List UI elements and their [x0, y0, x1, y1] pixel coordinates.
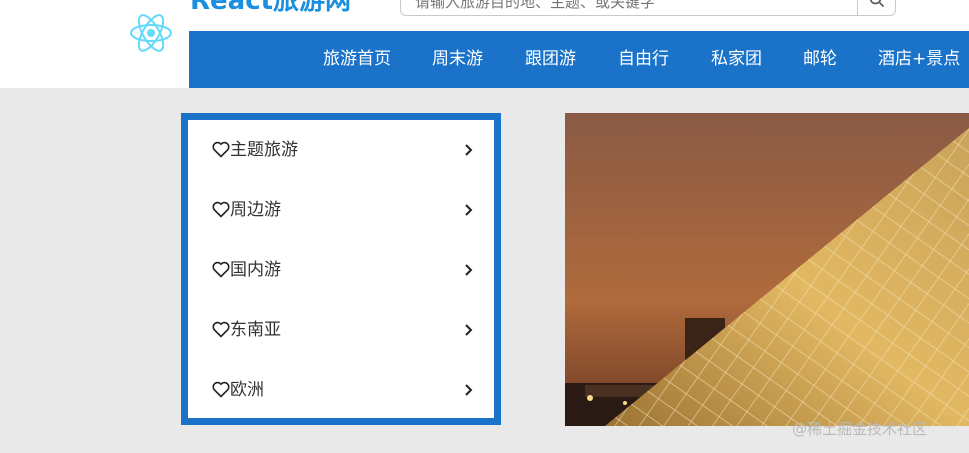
heart-icon	[212, 201, 230, 218]
nav-hotel-attraction[interactable]: 酒店+景点	[878, 31, 960, 88]
menu-item-theme[interactable]: 主题旅游	[188, 120, 494, 180]
chevron-right-icon	[465, 144, 473, 156]
search-button[interactable]	[857, 0, 895, 16]
chevron-right-icon	[465, 264, 473, 276]
menu-item-label: 欧洲	[230, 380, 264, 400]
menu-item-nearby[interactable]: 周边游	[188, 180, 494, 240]
menu-item-label: 周边游	[230, 200, 281, 220]
chevron-right-icon	[465, 324, 473, 336]
louvre-pyramid-image	[565, 113, 969, 426]
category-menu-list: 主题旅游 周边游 国内游 东南亚 欧洲	[188, 120, 494, 418]
menu-item-label: 东南亚	[230, 320, 281, 340]
heart-icon	[212, 141, 230, 158]
nav-group-tour[interactable]: 跟团游	[525, 31, 576, 88]
menu-item-europe[interactable]: 欧洲	[188, 360, 494, 420]
chevron-right-icon	[465, 204, 473, 216]
heart-icon	[212, 321, 230, 338]
carousel-image[interactable]	[565, 113, 969, 426]
menu-item-southeast-asia[interactable]: 东南亚	[188, 300, 494, 360]
menu-item-label: 主题旅游	[230, 140, 298, 160]
search-box	[400, 0, 896, 17]
watermark: @稀土掘金技术社区	[792, 420, 928, 438]
heart-icon	[212, 381, 230, 398]
main-nav: 旅游首页 周末游 跟团游 自由行 私家团 邮轮 酒店+景点	[189, 31, 969, 88]
chevron-right-icon	[465, 384, 473, 396]
header: React旅游网 旅游首页 周末游 跟团游 自由行 私家团 邮轮 酒店+景点	[0, 0, 969, 88]
nav-home[interactable]: 旅游首页	[323, 31, 391, 88]
search-icon	[869, 0, 885, 8]
nav-independent[interactable]: 自由行	[618, 31, 669, 88]
nav-cruise[interactable]: 邮轮	[803, 31, 837, 88]
menu-item-domestic[interactable]: 国内游	[188, 240, 494, 300]
search-input[interactable]	[413, 0, 847, 17]
nav-weekend[interactable]: 周末游	[432, 31, 483, 88]
menu-item-label: 国内游	[230, 260, 281, 280]
react-logo-icon[interactable]	[128, 10, 174, 56]
category-menu: 主题旅游 周边游 国内游 东南亚 欧洲	[181, 113, 501, 425]
brand-title[interactable]: React旅游网	[190, 0, 351, 16]
nav-private[interactable]: 私家团	[711, 31, 762, 88]
heart-icon	[212, 261, 230, 278]
